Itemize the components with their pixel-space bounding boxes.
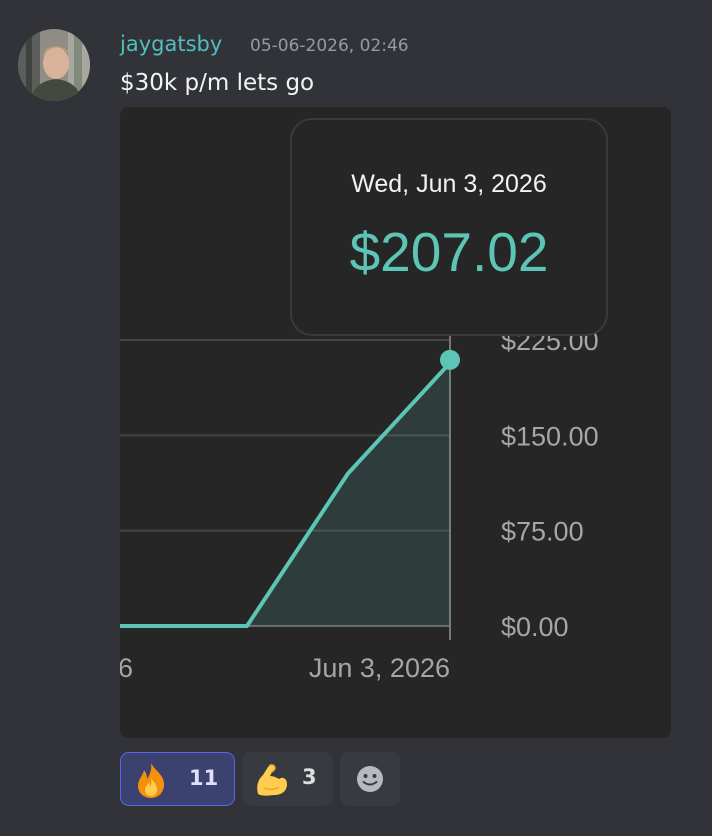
series-area xyxy=(120,362,450,626)
data-point xyxy=(440,349,460,370)
reaction-flexed-biceps[interactable]: 3 xyxy=(242,752,333,806)
fire-icon xyxy=(133,761,169,803)
y-tick-label: $75.00 xyxy=(501,517,584,547)
avatar[interactable] xyxy=(18,29,90,101)
add-reaction-button[interactable] xyxy=(340,752,400,806)
tooltip-value: $207.02 xyxy=(349,221,549,283)
add-reaction-icon xyxy=(355,764,385,798)
message-timestamp: 05-06-2026, 02:46 xyxy=(250,36,409,56)
y-tick-label: $150.00 xyxy=(501,421,599,451)
y-tick-label: $0.00 xyxy=(501,612,569,642)
reaction-fire[interactable]: 11 xyxy=(120,752,235,806)
tooltip-date: Wed, Jun 3, 2026 xyxy=(351,170,547,198)
reaction-count: 11 xyxy=(189,766,219,790)
chat-message: jaygatsby 05-06-2026, 02:46 $30k p/m let… xyxy=(0,0,712,836)
chart-embed[interactable]: $0.00 $75.00 $150.00 $225.00 6 Jun 3, 2026 We… xyxy=(120,107,671,738)
author-name[interactable]: jaygatsby xyxy=(120,32,222,56)
reaction-count: 3 xyxy=(302,765,317,789)
flexed-biceps-icon xyxy=(252,760,290,802)
chart-tooltip: Wed, Jun 3, 2026 $207.02 xyxy=(290,118,608,336)
message-text: $30k p/m lets go xyxy=(120,70,315,96)
x-tick-label: Jun 3, 2026 xyxy=(309,653,450,683)
x-tick-label: 6 xyxy=(120,653,133,683)
